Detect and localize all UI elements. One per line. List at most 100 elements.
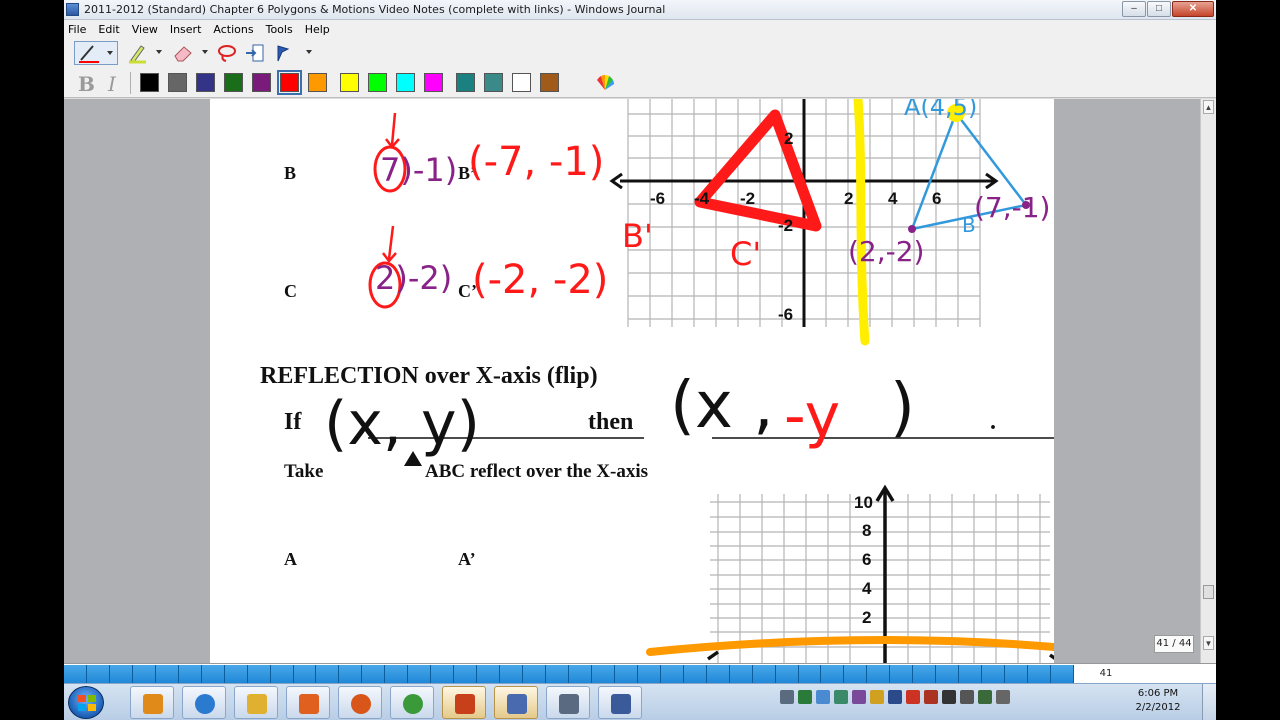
page-tab[interactable]: [1050, 665, 1074, 683]
page-tab[interactable]: [155, 665, 179, 683]
tray-icon[interactable]: [852, 690, 866, 704]
color-swatch[interactable]: [484, 73, 503, 92]
current-page-number[interactable]: 41: [1074, 665, 1138, 683]
page-tab[interactable]: [408, 665, 432, 683]
color-swatch[interactable]: [308, 73, 327, 92]
page-tab[interactable]: [477, 665, 501, 683]
page-tab[interactable]: [293, 665, 317, 683]
page-tab[interactable]: [362, 665, 386, 683]
tray-icon[interactable]: [888, 690, 902, 704]
page-tab[interactable]: [1005, 665, 1029, 683]
pen-tool-button[interactable]: [74, 41, 118, 65]
page-tab[interactable]: [247, 665, 271, 683]
highlighter-dropdown-icon[interactable]: [156, 50, 162, 54]
taskbar-app-button[interactable]: [442, 686, 486, 719]
vertical-scrollbar[interactable]: ▲ ▼: [1200, 99, 1216, 663]
color-swatch[interactable]: [424, 73, 443, 92]
page-tab[interactable]: [132, 665, 156, 683]
color-swatch[interactable]: [368, 73, 387, 92]
page-tab[interactable]: [500, 665, 524, 683]
show-desktop-button[interactable]: [1202, 684, 1216, 720]
note-page[interactable]: B B’ C C’ REFLECTION over X-axis (flip) …: [210, 99, 1054, 663]
color-swatch[interactable]: [540, 73, 559, 92]
page-tab[interactable]: [637, 665, 661, 683]
page-tab[interactable]: [454, 665, 478, 683]
page-tab[interactable]: [270, 665, 294, 683]
taskbar-app-button[interactable]: [390, 686, 434, 719]
minimize-button[interactable]: –: [1122, 1, 1146, 17]
network-icon[interactable]: [960, 690, 974, 704]
page-tab[interactable]: [86, 665, 110, 683]
page-tab[interactable]: [201, 665, 225, 683]
color-swatch[interactable]: [140, 73, 159, 92]
taskbar-app-button[interactable]: [286, 686, 330, 719]
page-tab[interactable]: [683, 665, 707, 683]
color-swatch[interactable]: [512, 73, 531, 92]
page-tab[interactable]: [982, 665, 1006, 683]
notification-icon[interactable]: [996, 690, 1010, 704]
taskbar-app-button[interactable]: [598, 686, 642, 719]
page-tab[interactable]: [729, 665, 753, 683]
page-tab[interactable]: [913, 665, 937, 683]
highlighter-button[interactable]: [126, 42, 148, 64]
italic-button[interactable]: I: [108, 72, 116, 96]
page-tab[interactable]: [890, 665, 914, 683]
page-tab[interactable]: [109, 665, 133, 683]
system-clock[interactable]: 6:06 PM 2/2/2012: [1126, 687, 1190, 715]
menu-tools[interactable]: Tools: [260, 20, 299, 38]
bold-button[interactable]: B: [78, 72, 95, 96]
page-tab[interactable]: [339, 665, 363, 683]
page-tab[interactable]: [316, 665, 340, 683]
color-swatch[interactable]: [168, 73, 187, 92]
color-swatch[interactable]: [277, 70, 302, 95]
page-tab[interactable]: [178, 665, 202, 683]
page-tab[interactable]: [752, 665, 776, 683]
color-palette-button[interactable]: [594, 72, 616, 94]
menu-insert[interactable]: Insert: [164, 20, 208, 38]
pointer-button[interactable]: [272, 42, 294, 64]
tray-icon[interactable]: [924, 690, 938, 704]
color-swatch[interactable]: [196, 73, 215, 92]
color-swatch[interactable]: [252, 73, 271, 92]
page-tab[interactable]: [959, 665, 983, 683]
tray-icon[interactable]: [780, 690, 794, 704]
taskbar-app-button[interactable]: [234, 686, 278, 719]
journal-app-icon[interactable]: [66, 3, 79, 16]
taskbar-app-button[interactable]: [130, 686, 174, 719]
page-tab[interactable]: [936, 665, 960, 683]
page-tab[interactable]: [821, 665, 845, 683]
close-button[interactable]: ✕: [1172, 1, 1214, 17]
tray-icon[interactable]: [798, 690, 812, 704]
lasso-select-button[interactable]: [216, 42, 238, 64]
page-tab[interactable]: [385, 665, 409, 683]
page-tab[interactable]: [224, 665, 248, 683]
page-tab[interactable]: [523, 665, 547, 683]
page-tab[interactable]: [431, 665, 455, 683]
menu-help[interactable]: Help: [299, 20, 336, 38]
scroll-down-arrow-icon[interactable]: ▼: [1203, 636, 1214, 650]
battery-icon[interactable]: [978, 690, 992, 704]
maximize-button[interactable]: □: [1147, 1, 1171, 17]
color-swatch[interactable]: [224, 73, 243, 92]
tray-icon[interactable]: [834, 690, 848, 704]
taskbar-app-button[interactable]: [546, 686, 590, 719]
page-tab[interactable]: [660, 665, 684, 683]
page-tab[interactable]: [867, 665, 891, 683]
pointer-dropdown-icon[interactable]: [306, 50, 312, 54]
menu-actions[interactable]: Actions: [207, 20, 259, 38]
insert-space-button[interactable]: [244, 42, 266, 64]
scroll-up-arrow-icon[interactable]: ▲: [1203, 100, 1214, 114]
page-tab[interactable]: [798, 665, 822, 683]
menu-file[interactable]: File: [64, 20, 92, 38]
menu-edit[interactable]: Edit: [92, 20, 125, 38]
color-swatch[interactable]: [340, 73, 359, 92]
page-tab[interactable]: [614, 665, 638, 683]
page-tab[interactable]: [591, 665, 615, 683]
color-swatch[interactable]: [456, 73, 475, 92]
tray-icon[interactable]: [816, 690, 830, 704]
color-swatch[interactable]: [396, 73, 415, 92]
taskbar-app-button[interactable]: [494, 686, 538, 719]
page-tab[interactable]: [844, 665, 868, 683]
menu-view[interactable]: View: [126, 20, 164, 38]
eraser-button[interactable]: [172, 42, 194, 64]
